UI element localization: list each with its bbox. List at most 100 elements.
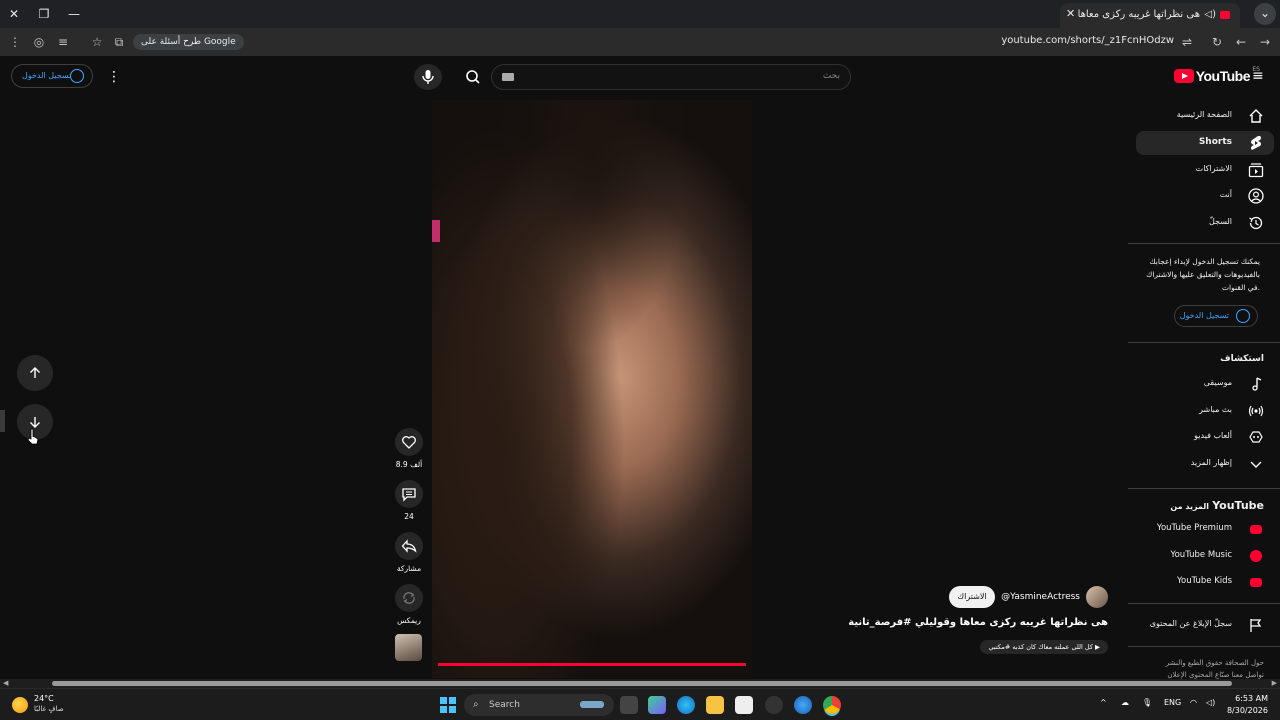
subscribe-button[interactable]: الاشتراك bbox=[949, 586, 996, 608]
scroll-right-icon[interactable]: ▶ bbox=[1272, 679, 1277, 687]
tray-overflow-icon[interactable]: ^ bbox=[1100, 698, 1107, 707]
profile-icon[interactable]: ◎ bbox=[30, 33, 48, 51]
taskbar-search-label: Search bbox=[489, 700, 520, 710]
side-panel-handle[interactable] bbox=[0, 410, 5, 432]
signin-label: تسجيل الدخول bbox=[22, 71, 72, 80]
edge-icon[interactable] bbox=[677, 696, 695, 714]
scroll-left-icon[interactable]: ◀ bbox=[3, 679, 8, 687]
reload-icon[interactable]: ↻ bbox=[1208, 33, 1226, 51]
url-text[interactable]: youtube.com/shorts/_z1FcnHOdzw bbox=[1001, 35, 1174, 46]
system-clock[interactable]: 6:53 AM 8/30/2026 bbox=[1227, 693, 1268, 717]
voice-search-button[interactable] bbox=[414, 64, 442, 90]
wifi-icon[interactable]: ◠ bbox=[1190, 698, 1197, 707]
file-explorer-icon[interactable] bbox=[706, 696, 724, 714]
explore-heading: استكشاف bbox=[1220, 354, 1264, 364]
like-button[interactable] bbox=[395, 428, 423, 456]
subscriptions-icon bbox=[1248, 163, 1264, 178]
youtube-logo[interactable]: YouTube ES bbox=[1173, 66, 1260, 84]
window-minimize-icon[interactable]: — bbox=[64, 4, 84, 24]
video-progress-fill bbox=[438, 663, 746, 666]
window-restore-icon[interactable]: ❐ bbox=[34, 4, 54, 24]
share-label: مشاركة bbox=[396, 564, 422, 573]
signin-prompt-line: يمكنك تسجيل الدخول لإبداء إعجابك bbox=[1149, 257, 1260, 266]
sidebar-item-music[interactable]: موسيقى bbox=[1136, 372, 1274, 396]
microphone-icon bbox=[422, 70, 434, 84]
settings-kebab-icon[interactable]: ⋮ bbox=[107, 69, 121, 85]
browser-tab-active[interactable]: ✕ هى نظراتها غريبه ركزى معاها ◁) bbox=[1060, 3, 1240, 28]
previous-short-button[interactable] bbox=[17, 355, 53, 391]
channel-handle[interactable]: @YasmineActress bbox=[1001, 592, 1080, 602]
keyboard-icon[interactable] bbox=[502, 73, 514, 81]
remix-label: ريمكس bbox=[397, 616, 421, 625]
sidebar-item-subscriptions[interactable]: الاشتراكات bbox=[1136, 158, 1274, 182]
microsoft-store-icon[interactable] bbox=[735, 696, 753, 714]
bookmark-star-icon[interactable]: ☆ bbox=[88, 33, 106, 51]
chrome-icon[interactable] bbox=[823, 696, 841, 714]
account-icon bbox=[70, 69, 84, 83]
sidebar-item-report-history[interactable]: سجلّ الإبلاغ عن المحتوى bbox=[1136, 613, 1274, 637]
youtube-kids-icon bbox=[1250, 578, 1262, 587]
video-frame bbox=[432, 100, 752, 678]
browser-app-icon[interactable] bbox=[794, 696, 812, 714]
footer-line[interactable]: حول الصحافة حقوق الطبع والنشر bbox=[1148, 657, 1264, 669]
country-code: ES bbox=[1252, 66, 1260, 73]
like-action: 8.9 ألف bbox=[394, 428, 424, 469]
search-input[interactable]: بحث bbox=[491, 64, 851, 90]
arrow-down-icon bbox=[30, 417, 40, 428]
ask-google-button[interactable]: طرح أسئلة على Google bbox=[133, 34, 244, 50]
sidebar-signin-button[interactable]: تسجيل الدخول bbox=[1174, 305, 1258, 327]
taskbar-search[interactable]: ⌕ Search bbox=[464, 694, 614, 716]
site-settings-icon[interactable]: ⇌ bbox=[1178, 33, 1196, 51]
sidebar-item-home[interactable]: الصفحة الرئيسية bbox=[1136, 104, 1274, 128]
tab-search-icon[interactable]: ⌄ bbox=[1254, 3, 1276, 25]
comment-button[interactable] bbox=[395, 480, 423, 508]
sidebar-item-label: Shorts bbox=[1198, 137, 1232, 147]
sidebar-item-label: موسيقى bbox=[1203, 378, 1232, 387]
video-progress-bar[interactable] bbox=[438, 663, 746, 666]
cloud-icon[interactable]: ☁ bbox=[1121, 698, 1129, 707]
taskbar-search-icon: ⌕ bbox=[473, 699, 479, 710]
horizontal-scrollbar[interactable]: ◀ ▶ bbox=[0, 679, 1280, 688]
audio-playing-icon[interactable]: ◁) bbox=[1204, 9, 1216, 20]
language-indicator[interactable]: ENG bbox=[1164, 698, 1181, 707]
sidebar-footer-links: حول الصحافة حقوق الطبع والنشر تواصل معنا… bbox=[1148, 657, 1264, 681]
volume-icon[interactable]: ◁) bbox=[1206, 698, 1215, 707]
weather-description: صافٍ غالبًا bbox=[34, 705, 64, 713]
task-view-icon[interactable] bbox=[620, 696, 638, 714]
shorts-video-player[interactable] bbox=[432, 100, 752, 678]
signin-button[interactable]: تسجيل الدخول bbox=[11, 64, 93, 88]
back-icon[interactable]: ← bbox=[1232, 33, 1250, 51]
share-button[interactable] bbox=[395, 532, 423, 560]
sidebar-item-live[interactable]: بث مباشر bbox=[1136, 399, 1274, 423]
mouse-cursor-icon bbox=[27, 428, 39, 445]
sidebar-item-label: السجلّ bbox=[1208, 217, 1232, 226]
copilot-icon[interactable] bbox=[648, 696, 666, 714]
sidebar-item-history[interactable]: السجلّ bbox=[1136, 211, 1274, 235]
channel-row: الاشتراك @YasmineActress bbox=[949, 586, 1108, 608]
more-heading-prefix: المزيد من bbox=[1170, 502, 1210, 511]
sidebar-item-shorts[interactable]: Shorts bbox=[1136, 131, 1274, 155]
search-button[interactable] bbox=[457, 64, 489, 90]
remix-action: ريمكس bbox=[394, 584, 424, 625]
sidebar-item-you[interactable]: أنت bbox=[1136, 184, 1274, 208]
windows-start-icon[interactable] bbox=[440, 697, 456, 713]
window-close-icon[interactable]: ✕ bbox=[4, 4, 24, 24]
tab-close-icon[interactable]: ✕ bbox=[1066, 7, 1075, 20]
scrollbar-thumb[interactable] bbox=[52, 681, 1232, 686]
install-app-icon[interactable]: ⧉ bbox=[110, 33, 128, 51]
remix-button[interactable] bbox=[395, 584, 423, 612]
sidebar-item-gaming[interactable]: ألعاب فيديو bbox=[1136, 425, 1274, 449]
sidebar-item-show-more[interactable]: إظهار المزيد bbox=[1136, 452, 1274, 476]
channel-avatar[interactable] bbox=[1086, 586, 1108, 608]
sidebar-item-label: YouTube Kids bbox=[1176, 576, 1232, 586]
sidebar-item-label: YouTube Premium bbox=[1156, 523, 1232, 533]
you-icon bbox=[1248, 188, 1264, 204]
forward-icon[interactable]: → bbox=[1256, 33, 1274, 51]
sound-thumbnail[interactable] bbox=[395, 634, 422, 661]
media-controls-icon[interactable]: ≡ bbox=[54, 33, 72, 51]
sound-pill[interactable]: كل اللى عملته معاك كان كذبه #مكتبي ▶ bbox=[980, 640, 1108, 654]
app-notification-icon[interactable] bbox=[765, 696, 783, 714]
browser-menu-icon[interactable]: ⋮ bbox=[6, 33, 24, 51]
microphone-tray-icon[interactable]: 🎙 bbox=[1142, 698, 1152, 707]
chevron-down-icon bbox=[1250, 461, 1262, 468]
